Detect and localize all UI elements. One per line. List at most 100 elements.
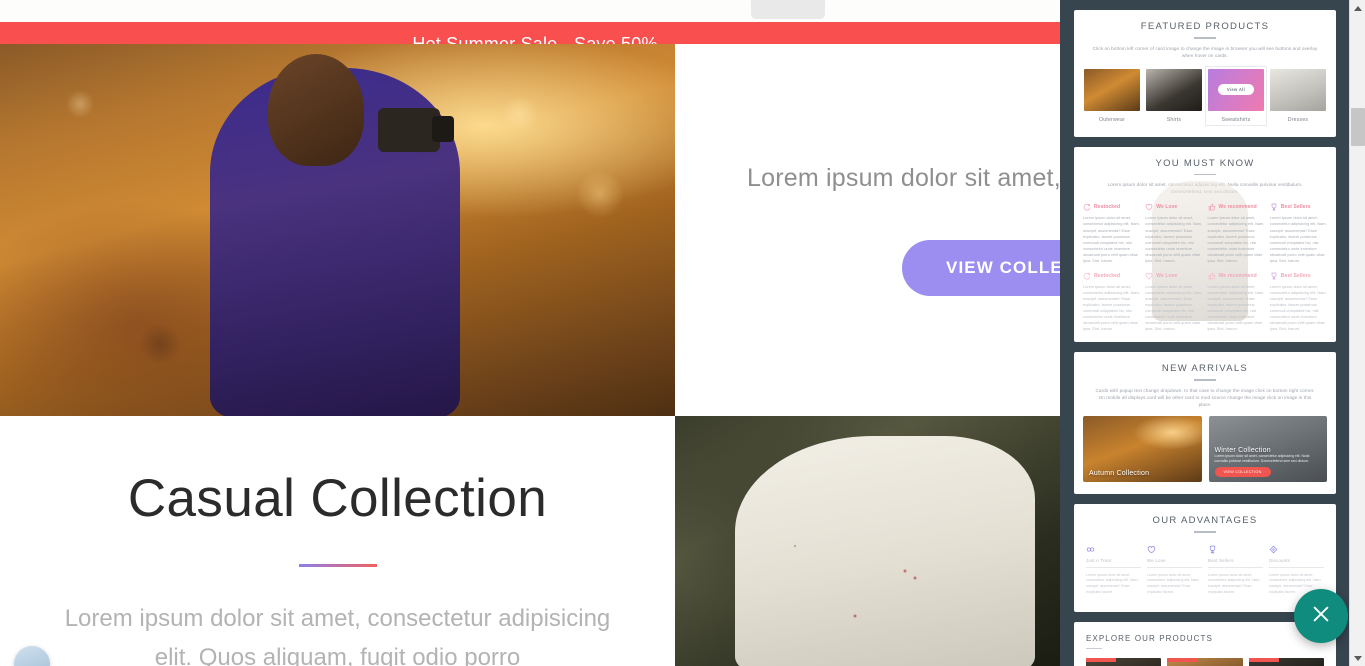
hero-head: [268, 54, 364, 166]
explore-card-1[interactable]: [1086, 658, 1162, 666]
block-featured-products[interactable]: FEATURED PRODUCTS Click on bottom left c…: [1074, 10, 1336, 137]
product-card-sweatshirts[interactable]: View All Sweatshirts: [1205, 65, 1267, 126]
feature-best-sellers-2[interactable]: Best Sellers Lorem ipsum dolor sit amet,…: [1270, 272, 1327, 332]
advantage-just-a-treat[interactable]: Just A Treat Lorem ipsum dolor sit amet,…: [1086, 545, 1141, 596]
advantage-divider: [1086, 566, 1141, 568]
product-card-shirts[interactable]: Shirts: [1146, 68, 1202, 123]
site-preview: Hot Summer Sale - Save 50% New Arrivals …: [0, 0, 1070, 666]
product-card-outerwear[interactable]: Outerwear: [1084, 68, 1140, 123]
advantage-label: Just A Treat: [1086, 557, 1112, 563]
arrival-caption: Autumn Collection: [1089, 470, 1150, 478]
tag-icon: [1086, 545, 1141, 554]
advantage-divider: [1208, 566, 1263, 568]
refresh-clock-icon: [1083, 203, 1091, 211]
arrival-card-winter[interactable]: Winter Collection Lorem ipsum dolor sit …: [1208, 416, 1327, 483]
product-label: Outerwear: [1098, 116, 1126, 123]
product-label: Sweatshirts: [1221, 116, 1251, 123]
feature-label: We Love: [1156, 204, 1178, 211]
block-new-arrivals[interactable]: NEW ARRIVALS Cards with popup text chang…: [1074, 352, 1336, 495]
close-panel-button[interactable]: [1294, 589, 1348, 643]
you-must-know-title: YOU MUST KNOW: [1155, 157, 1255, 169]
panel-scrollbar[interactable]: [1349, 0, 1365, 666]
sale-tag: [1248, 658, 1279, 663]
advantage-label: Best Sellers: [1208, 557, 1234, 563]
explore-products-title: EXPLORE OUR PRODUCTS: [1086, 633, 1213, 643]
feature-label: Restocked: [1094, 272, 1121, 279]
trophy-icon: [1270, 203, 1278, 211]
hero-photo: [0, 44, 675, 416]
feature-body: Lorem ipsum dolor sit amet, consectetur …: [1207, 283, 1265, 332]
hero-text-block: Lorem ipsum dolor sit amet, consectetur …: [675, 44, 1070, 416]
heart-icon: [1145, 272, 1153, 280]
product-thumb: [1084, 68, 1140, 111]
feature-body: Lorem ipsum dolor sit amet, consectetur …: [1269, 283, 1327, 332]
you-must-know-row-1: Restocked Lorem ipsum dolor sit amet, co…: [1074, 195, 1336, 263]
feature-label: We recommend: [1218, 272, 1257, 279]
advantage-body: Lorem ipsum dolor sit amet, consectetur …: [1208, 572, 1261, 594]
new-arrivals-subtitle: Cards with popup text change dropdown. I…: [1095, 387, 1315, 407]
explore-products-row: [1074, 649, 1336, 666]
thumbs-up-icon: [1208, 272, 1216, 280]
heart-icon: [1147, 545, 1202, 554]
featured-products-title: FEATURED PRODUCTS: [1140, 21, 1270, 32]
feature-best-sellers[interactable]: Best Sellers Lorem ipsum dolor sit amet,…: [1270, 203, 1327, 263]
arrival-text: Lorem ipsum dolor sit amet, consectetur …: [1214, 453, 1310, 463]
feature-body: Lorem ipsum dolor sit amet, consectetur …: [1083, 283, 1140, 332]
casual-collection-title: Casual Collection: [127, 469, 548, 528]
feature-label: We Love: [1156, 272, 1178, 279]
block-our-advantages[interactable]: OUR ADVANTAGES Just A Treat Lorem ipsum …: [1074, 504, 1336, 612]
product-card-dresses[interactable]: Dresses: [1270, 68, 1326, 123]
caret-down-icon[interactable]: [1350, 650, 1365, 666]
view-all-overlay-button[interactable]: View All: [1217, 84, 1255, 96]
our-advantages-title: OUR ADVANTAGES: [1152, 515, 1258, 527]
arrival-button[interactable]: VIEW COLLECTION: [1214, 467, 1271, 478]
feature-restocked[interactable]: Restocked Lorem ipsum dolor sit amet, co…: [1083, 203, 1140, 263]
block-you-must-know[interactable]: YOU MUST KNOW Lorem ipsum dolor sit amet…: [1074, 146, 1336, 343]
thumbs-up-icon: [1208, 203, 1216, 211]
advantage-body: Lorem ipsum dolor sit amet, consectetur …: [1147, 572, 1200, 594]
advantage-discounts[interactable]: Discounts Lorem ipsum dolor sit amet, co…: [1269, 545, 1324, 596]
advantage-we-love[interactable]: We Love Lorem ipsum dolor sit amet, cons…: [1147, 545, 1202, 596]
casual-collection-photo: [675, 416, 1070, 666]
feature-we-love[interactable]: We Love Lorem ipsum dolor sit amet, cons…: [1145, 203, 1202, 263]
trophy-icon: [1208, 545, 1263, 554]
price-tag-icon: [1269, 545, 1324, 554]
feature-label: We recommend: [1218, 204, 1257, 211]
panel-scroll-area[interactable]: FEATURED PRODUCTS Click on bottom left c…: [1060, 0, 1348, 666]
our-advantages-row: Just A Treat Lorem ipsum dolor sit amet,…: [1074, 533, 1336, 596]
scrollbar-thumb[interactable]: [1351, 108, 1365, 146]
refresh-clock-icon: [1083, 272, 1091, 280]
product-thumb: [1146, 68, 1202, 111]
close-icon: [1310, 603, 1332, 630]
view-collection-button[interactable]: VIEW COLLECTION: [902, 240, 1070, 297]
title-divider: [298, 564, 377, 567]
explore-card-2[interactable]: [1167, 658, 1243, 666]
product-label: Shirts: [1166, 116, 1182, 123]
feature-we-love-2[interactable]: We Love Lorem ipsum dolor sit amet, cons…: [1145, 272, 1202, 332]
caret-up-icon[interactable]: [1350, 0, 1365, 16]
sale-tag: [1167, 658, 1198, 663]
feature-body: Lorem ipsum dolor sit amet, consectetur …: [1083, 215, 1140, 263]
app-screen: Hot Summer Sale - Save 50% New Arrivals …: [0, 0, 1365, 666]
feature-we-recommend[interactable]: We recommend Lorem ipsum dolor sit amet,…: [1208, 203, 1265, 263]
advantage-label: We Love: [1147, 557, 1166, 563]
feature-body: Lorem ipsum dolor sit amet, consectetur …: [1269, 215, 1327, 263]
arrival-card-autumn[interactable]: Autumn Collection: [1083, 416, 1202, 483]
casual-collection-paragraph: Lorem ipsum dolor sit amet, consectetur …: [64, 605, 611, 666]
feature-body: Lorem ipsum dolor sit amet, consectetur …: [1145, 283, 1203, 332]
featured-products-row: Outerwear Shirts View All Sweatshirts Dr…: [1074, 59, 1336, 126]
product-label: Dresses: [1287, 116, 1309, 123]
heart-icon: [1145, 203, 1153, 211]
hero-camera: [378, 108, 454, 152]
feature-we-recommend-2[interactable]: We recommend Lorem ipsum dolor sit amet,…: [1208, 272, 1265, 332]
new-arrivals-title: NEW ARRIVALS: [1161, 363, 1249, 375]
product-thumb: [1270, 68, 1326, 111]
advantage-best-sellers[interactable]: Best Sellers Lorem ipsum dolor sit amet,…: [1208, 545, 1263, 596]
feature-label: Best Sellers: [1280, 272, 1311, 279]
explore-card-3[interactable]: [1248, 658, 1324, 666]
browser-tab[interactable]: [751, 0, 825, 19]
sale-tag: [1086, 658, 1117, 663]
garment-embroidery: [675, 416, 1070, 666]
feature-restocked-2[interactable]: Restocked Lorem ipsum dolor sit amet, co…: [1083, 272, 1140, 332]
advantage-divider: [1147, 566, 1202, 568]
